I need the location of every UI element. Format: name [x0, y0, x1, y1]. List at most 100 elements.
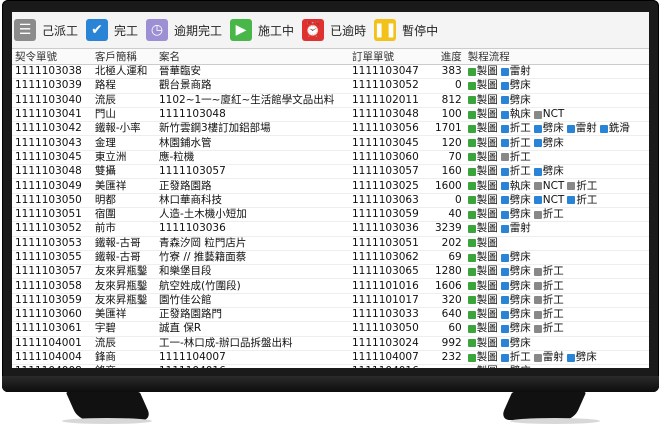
table-row[interactable]: 1111103060 美匯祥 正發路園路門 1111103033 640 製圖 劈床 折工	[12, 307, 649, 323]
cell-order: 1111104007	[348, 350, 429, 366]
table-row[interactable]: 1111103052 前市 1111103036 1111103036 3239 製圖 雷射	[12, 221, 649, 237]
table-row[interactable]: 1111104001 流辰 工一-林口成-辦口品拆盤出料 1111103024 992 製…	[12, 336, 649, 351]
process-step: 雷射	[500, 65, 531, 78]
cell-id: 1111103045	[12, 150, 92, 166]
cell-order: 1111103060	[348, 150, 429, 166]
step-label: 折工	[509, 351, 531, 364]
column-header[interactable]: 進度	[428, 49, 465, 65]
cell-client: 鋒商	[91, 350, 156, 366]
process-step: 製圖	[467, 122, 498, 135]
table-row[interactable]: 1111103041 門山 1111103048 1111103048 100 製圖 執床 N…	[12, 107, 649, 123]
process-step: 製圖	[467, 308, 498, 321]
cell-id: 1111103042	[12, 121, 92, 137]
table-row[interactable]: 1111103048 雙攝 1111103057 1111103057 160 製圖 折工劈…	[12, 164, 649, 180]
screen: ☰ 己派工 ✔ 完工 ◷ 逾期完工 ▶ 施工中 ⏰ 已逾時 ❚❚ 暫停中 契令單號 客戶簡稱 案名 訂單單號…	[12, 12, 649, 368]
process-step: 製圖	[467, 208, 498, 221]
cell-id: 1111103052	[12, 221, 92, 237]
cell-order: 1111103056	[348, 121, 429, 137]
table-row[interactable]: 1111103061 宇碧 誠直 保R 1111103050 60 製圖 劈床 折工	[12, 321, 649, 337]
table-row[interactable]: 1111103057 友來昇瓶鑿 和樂堡目段 1111103065 1280 製圖 劈床 折工	[12, 264, 649, 280]
step-status-icon	[467, 182, 476, 191]
step-status-icon	[467, 67, 476, 76]
table-row[interactable]: 1111103050 明都 林口華商科技 1111103063 0 製圖 劈床 NCT 折工	[12, 193, 649, 208]
column-header[interactable]: 契令單號	[12, 49, 92, 65]
legend-pause-button[interactable]: ❚❚ 暫停中	[373, 19, 438, 41]
table-row[interactable]: 1111103059 友來昇瓶鑿 園竹佳公館 1111101017 320 製圖 劈床 折工	[12, 293, 649, 309]
cell-order: 1111103063	[348, 193, 429, 208]
legend-clock-button[interactable]: ◷ 逾期完工	[146, 19, 222, 41]
table-row[interactable]: 1111103053 鐵報-古哥 青森汐岡 粒門店片 1111103051 202 製圖	[12, 236, 649, 251]
process-flow-cell: 製圖 劈床 折工	[464, 207, 649, 223]
cell-prog: 0	[428, 193, 465, 208]
cell-prog: 160	[428, 164, 465, 180]
table-row[interactable]: 1111104004 鋒商 1111104007 1111104007 232 製圖 折工雷…	[12, 350, 649, 366]
table-row[interactable]: 1111103038 北極人運和 晉華臨安 1111103047 383 製圖 雷射	[12, 64, 649, 80]
table-row[interactable]: 1111103049 美匯祥 正發路園路 1111103025 1600 製圖 執床 NCT 折…	[12, 178, 649, 194]
step-label: 製圖	[476, 193, 498, 206]
table-row[interactable]: 1111103039 路程 觀台景商路 1111103052 0 製圖 劈床	[12, 78, 649, 94]
step-label: 製圖	[476, 322, 498, 335]
process-flow-cell: 製圖	[464, 236, 649, 251]
column-header[interactable]: 案名	[155, 49, 349, 65]
cell-client: 前市	[91, 221, 156, 237]
table-row[interactable]: 1111103051 宿圍 人造-土木機小短加 1111103059 40 製圖 劈床 折工	[12, 207, 649, 223]
cell-client: 明都	[91, 193, 156, 208]
step-status-icon	[500, 96, 509, 105]
cell-prog: 1280	[428, 264, 465, 280]
cell-client: 流辰	[91, 336, 156, 351]
stand-shadow-right	[510, 418, 600, 424]
cell-prog: 1701	[428, 121, 465, 137]
cell-client: 北極人運和	[91, 64, 156, 80]
legend-check-button[interactable]: ✔ 完工	[86, 19, 138, 41]
table-row[interactable]: 1111103042 鐵報-小率 新竹雲鋼3樓訂加鋁部場 1111103056 1701…	[12, 121, 649, 137]
table-row[interactable]: 1111103043 金理 林園鋪水管 1111103045 120 製圖 折工 劈床	[12, 135, 649, 151]
process-step: 折工	[500, 137, 531, 150]
cell-id: 1111103041	[12, 107, 92, 123]
column-header[interactable]: 製程流程	[464, 49, 649, 65]
cell-order: 1111103057	[348, 164, 429, 180]
cell-id: 1111103040	[12, 93, 92, 108]
legend-menu-button[interactable]: ☰ 己派工	[14, 19, 78, 41]
step-status-icon	[500, 253, 509, 262]
cell-id: 1111103038	[12, 64, 92, 80]
step-label: 製圖	[476, 351, 498, 364]
process-step: 製圖	[467, 137, 498, 150]
process-step: 製圖	[467, 251, 498, 264]
process-flow-cell: 製圖 雷射	[464, 64, 649, 80]
step-label: 劈床	[542, 165, 564, 178]
legend-play-button[interactable]: ▶ 施工中	[230, 19, 294, 41]
cell-id: 1111103049	[12, 178, 92, 194]
table-row[interactable]: 1111103040 流辰 1102~1一~廈紅~生活館學文品出料 111110201…	[12, 93, 649, 108]
process-step: 雷射	[500, 222, 531, 235]
step-label: 製圖	[477, 365, 498, 368]
step-label: 劈床	[509, 265, 531, 278]
column-header[interactable]: 訂單單號	[348, 49, 429, 65]
legend-alarm-button[interactable]: ⏰ 已逾時	[302, 19, 366, 41]
cell-name: 1102~1一~廈紅~生活館學文品出料	[155, 93, 349, 108]
step-label: 製圖	[476, 79, 498, 92]
table-row[interactable]: 1111103058 友來昇瓶鑿 航空姓成(竹圍段) 1111101016 1606 製圖…	[12, 278, 649, 294]
step-label: 雷射	[542, 351, 564, 364]
step-label: 製圖	[476, 122, 498, 135]
table-row[interactable]: 1111104008鋒商11111040161111104016製圖劈床	[12, 364, 649, 368]
process-flow-cell: 製圖劈床	[464, 336, 649, 351]
process-step: 製圖	[467, 94, 498, 107]
step-label: 雷射	[509, 222, 531, 235]
column-header[interactable]: 客戶簡稱	[91, 49, 156, 65]
step-label: 製圖	[476, 251, 498, 263]
cell-order: 1111103059	[348, 207, 429, 223]
cell-name: 航空姓成(竹圍段)	[155, 278, 349, 294]
process-step: 製圖	[467, 65, 498, 78]
step-label: 製圖	[476, 308, 498, 321]
step-label: 劈床	[509, 208, 531, 221]
cell-name: 應-粒機	[155, 150, 349, 166]
process-flow-cell: 製圖 劈床 折工	[464, 293, 649, 309]
cell-client: 東立洲	[91, 150, 156, 166]
process-step: 執床	[500, 108, 531, 121]
table-row[interactable]: 1111103045 東立洲 應-粒機 1111103060 70 製圖 折工	[12, 150, 649, 166]
process-step: 折工	[533, 294, 564, 307]
step-status-icon	[533, 310, 542, 319]
table-row[interactable]: 1111103055 鐵報-古哥 竹寮 // 推藝籍面蔡 1111103062 69 製圖…	[12, 250, 649, 266]
cell-prog: 320	[428, 293, 465, 309]
step-label: 劈床	[510, 365, 531, 368]
